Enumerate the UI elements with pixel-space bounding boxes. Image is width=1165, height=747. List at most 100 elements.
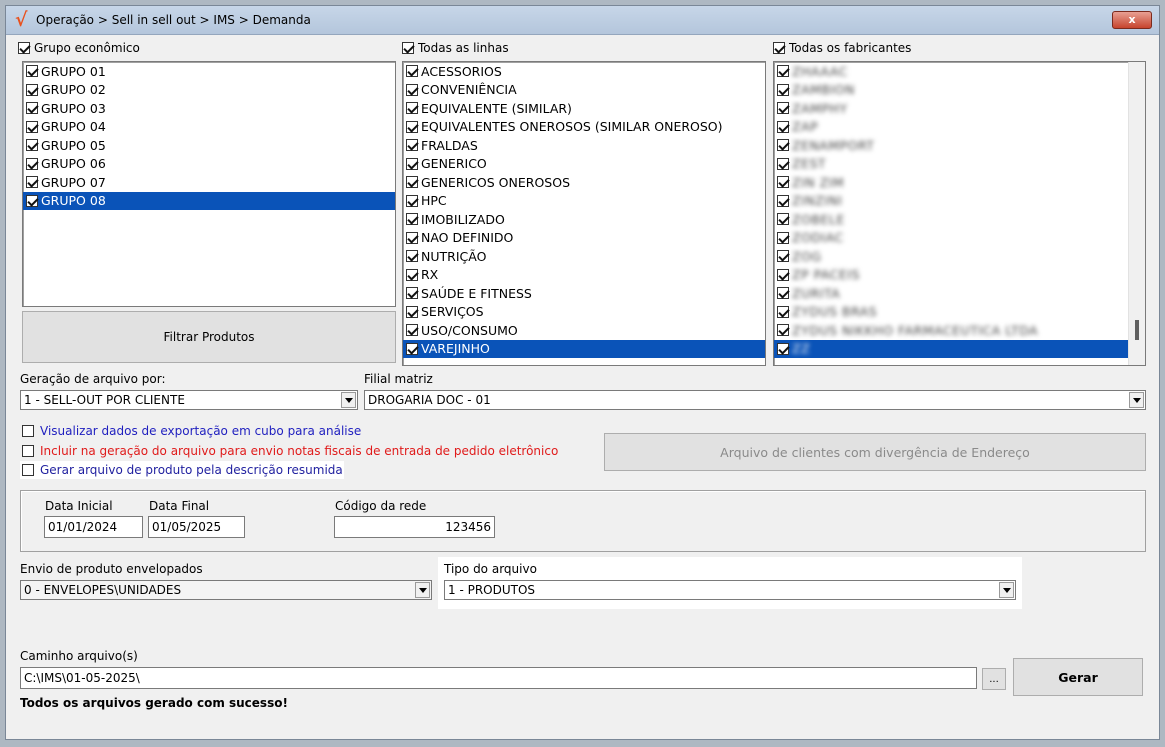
- lines-item[interactable]: NUTRIÇÃO: [403, 247, 765, 266]
- group-item-checkbox[interactable]: [26, 102, 38, 115]
- lines-item-checkbox[interactable]: [406, 231, 418, 244]
- manufacturers-scrollbar[interactable]: [1128, 62, 1145, 365]
- option-cube-checkbox[interactable]: [22, 425, 34, 437]
- manufacturers-select-all-checkbox[interactable]: [773, 42, 785, 54]
- browse-button[interactable]: ...: [982, 668, 1006, 690]
- group-item[interactable]: GRUPO 04: [23, 118, 395, 137]
- group-select-all-checkbox[interactable]: [18, 42, 30, 54]
- lines-item[interactable]: USO/CONSUMO: [403, 321, 765, 340]
- manufacturer-item-checkbox[interactable]: [777, 120, 789, 133]
- lines-list[interactable]: ACESSORIOS CONVENIÊNCIA EQUIVALENTE (SIMIL…: [402, 61, 766, 366]
- lines-item[interactable]: HPC: [403, 192, 765, 211]
- group-item-checkbox[interactable]: [26, 157, 38, 170]
- group-item-checkbox[interactable]: [26, 176, 38, 189]
- manufacturer-item[interactable]: ZAMBION: [774, 81, 1128, 100]
- lines-item-checkbox[interactable]: [406, 65, 418, 78]
- manufacturers-list[interactable]: ZHAAAC ZAMBION ZAMPHY ZAP ZENAMPORT ZEST ZIN Z…: [773, 61, 1146, 366]
- manufacturer-item[interactable]: ZINZINI: [774, 192, 1128, 211]
- group-item[interactable]: GRUPO 01: [23, 62, 395, 81]
- lines-item[interactable]: EQUIVALENTES ONEROSOS (SIMILAR ONEROSO): [403, 118, 765, 137]
- group-item[interactable]: GRUPO 03: [23, 99, 395, 118]
- manufacturer-item[interactable]: ZAP: [774, 118, 1128, 137]
- lines-item-checkbox[interactable]: [406, 102, 418, 115]
- manufacturer-item-checkbox[interactable]: [777, 324, 789, 337]
- lines-item-checkbox[interactable]: [406, 120, 418, 133]
- manufacturer-item[interactable]: ZIN ZIM: [774, 173, 1128, 192]
- manufacturer-item[interactable]: ZYDUS NIKKHO FARMACEUTICA LTDA: [774, 321, 1128, 340]
- manufacturer-item[interactable]: ZYDUS BRAS: [774, 303, 1128, 322]
- manufacturer-item-checkbox[interactable]: [777, 231, 789, 244]
- lines-item[interactable]: CONVENIÊNCIA: [403, 81, 765, 100]
- lines-item-checkbox[interactable]: [406, 213, 418, 226]
- lines-item[interactable]: GENERICO: [403, 155, 765, 174]
- manufacturer-item-checkbox[interactable]: [777, 342, 789, 355]
- lines-item[interactable]: NAO DEFINIDO: [403, 229, 765, 248]
- manufacturer-item-checkbox[interactable]: [777, 102, 789, 115]
- manufacturer-item-checkbox[interactable]: [777, 65, 789, 78]
- generation-select[interactable]: 1 - SELL-OUT POR CLIENTE: [20, 390, 358, 410]
- lines-item[interactable]: SERVIÇOS: [403, 303, 765, 322]
- lines-item[interactable]: IMOBILIZADO: [403, 210, 765, 229]
- generate-button[interactable]: Gerar: [1013, 658, 1143, 696]
- group-item[interactable]: GRUPO 06: [23, 155, 395, 174]
- start-date-field[interactable]: 01/01/2024: [44, 516, 143, 538]
- file-type-select[interactable]: 1 - PRODUTOS: [444, 580, 1016, 600]
- group-item[interactable]: GRUPO 02: [23, 81, 395, 100]
- close-button[interactable]: x: [1112, 11, 1152, 29]
- lines-item[interactable]: GENERICOS ONEROSOS: [403, 173, 765, 192]
- file-type-dropdown-icon[interactable]: [999, 582, 1014, 598]
- manufacturer-item-checkbox[interactable]: [777, 157, 789, 170]
- lines-select-all-checkbox[interactable]: [402, 42, 414, 54]
- option-invoices[interactable]: Incluir na geração do arquivo para envio…: [22, 444, 558, 458]
- path-field[interactable]: C:\IMS\01-05-2025\: [20, 667, 977, 689]
- group-item-checkbox[interactable]: [26, 194, 38, 207]
- lines-item[interactable]: ACESSORIOS: [403, 62, 765, 81]
- manufacturer-item[interactable]: ZEST: [774, 155, 1128, 174]
- network-code-field[interactable]: 123456: [334, 516, 495, 538]
- lines-item[interactable]: RX: [403, 266, 765, 285]
- branch-select[interactable]: DROGARIA DOC - 01: [364, 390, 1146, 410]
- lines-item-checkbox[interactable]: [406, 176, 418, 189]
- lines-item[interactable]: VAREJINHO: [403, 339, 765, 358]
- manufacturer-item-checkbox[interactable]: [777, 268, 789, 281]
- option-invoices-checkbox[interactable]: [22, 445, 34, 457]
- manufacturer-item[interactable]: ZAMPHY: [774, 99, 1128, 118]
- manufacturer-item-checkbox[interactable]: [777, 176, 789, 189]
- lines-item-checkbox[interactable]: [406, 194, 418, 207]
- lines-item-checkbox[interactable]: [406, 287, 418, 300]
- group-item-checkbox[interactable]: [26, 83, 38, 96]
- manufacturer-item[interactable]: ZENAMPORT: [774, 136, 1128, 155]
- manufacturer-item-checkbox[interactable]: [777, 213, 789, 226]
- lines-item-checkbox[interactable]: [406, 268, 418, 281]
- group-item-checkbox[interactable]: [26, 120, 38, 133]
- manufacturer-item[interactable]: ZOG: [774, 247, 1128, 266]
- group-item[interactable]: GRUPO 08: [23, 191, 395, 210]
- group-list[interactable]: GRUPO 01 GRUPO 02 GRUPO 03 GRUPO 04 GRUPO 05…: [22, 61, 396, 307]
- manufacturer-item-checkbox[interactable]: [777, 287, 789, 300]
- manufacturer-item[interactable]: ZODIAC: [774, 229, 1128, 248]
- lines-item-checkbox[interactable]: [406, 139, 418, 152]
- option-short-desc-checkbox[interactable]: [22, 464, 34, 476]
- end-date-field[interactable]: 01/05/2025: [148, 516, 245, 538]
- lines-item-checkbox[interactable]: [406, 342, 418, 355]
- lines-item-checkbox[interactable]: [406, 83, 418, 96]
- envelope-select[interactable]: 0 - ENVELOPES\UNIDADES: [20, 580, 432, 600]
- generation-dropdown-icon[interactable]: [341, 392, 356, 408]
- group-item-checkbox[interactable]: [26, 139, 38, 152]
- manufacturer-item[interactable]: ZHAAAC: [774, 62, 1128, 81]
- branch-dropdown-icon[interactable]: [1129, 392, 1144, 408]
- lines-item[interactable]: SAÚDE E FITNESS: [403, 284, 765, 303]
- manufacturer-item-checkbox[interactable]: [777, 305, 789, 318]
- group-item-checkbox[interactable]: [26, 65, 38, 78]
- option-short-desc[interactable]: Gerar arquivo de produto pela descrição …: [22, 463, 343, 477]
- manufacturer-item-checkbox[interactable]: [777, 250, 789, 263]
- manufacturer-item[interactable]: ZOBELE: [774, 210, 1128, 229]
- group-item[interactable]: GRUPO 07: [23, 173, 395, 192]
- lines-item-checkbox[interactable]: [406, 250, 418, 263]
- group-item[interactable]: GRUPO 05: [23, 136, 395, 155]
- manufacturer-item-checkbox[interactable]: [777, 194, 789, 207]
- filter-products-button[interactable]: Filtrar Produtos: [22, 311, 396, 363]
- manufacturer-item-checkbox[interactable]: [777, 139, 789, 152]
- manufacturer-item-checkbox[interactable]: [777, 83, 789, 96]
- manufacturer-item[interactable]: ZZ: [774, 339, 1128, 358]
